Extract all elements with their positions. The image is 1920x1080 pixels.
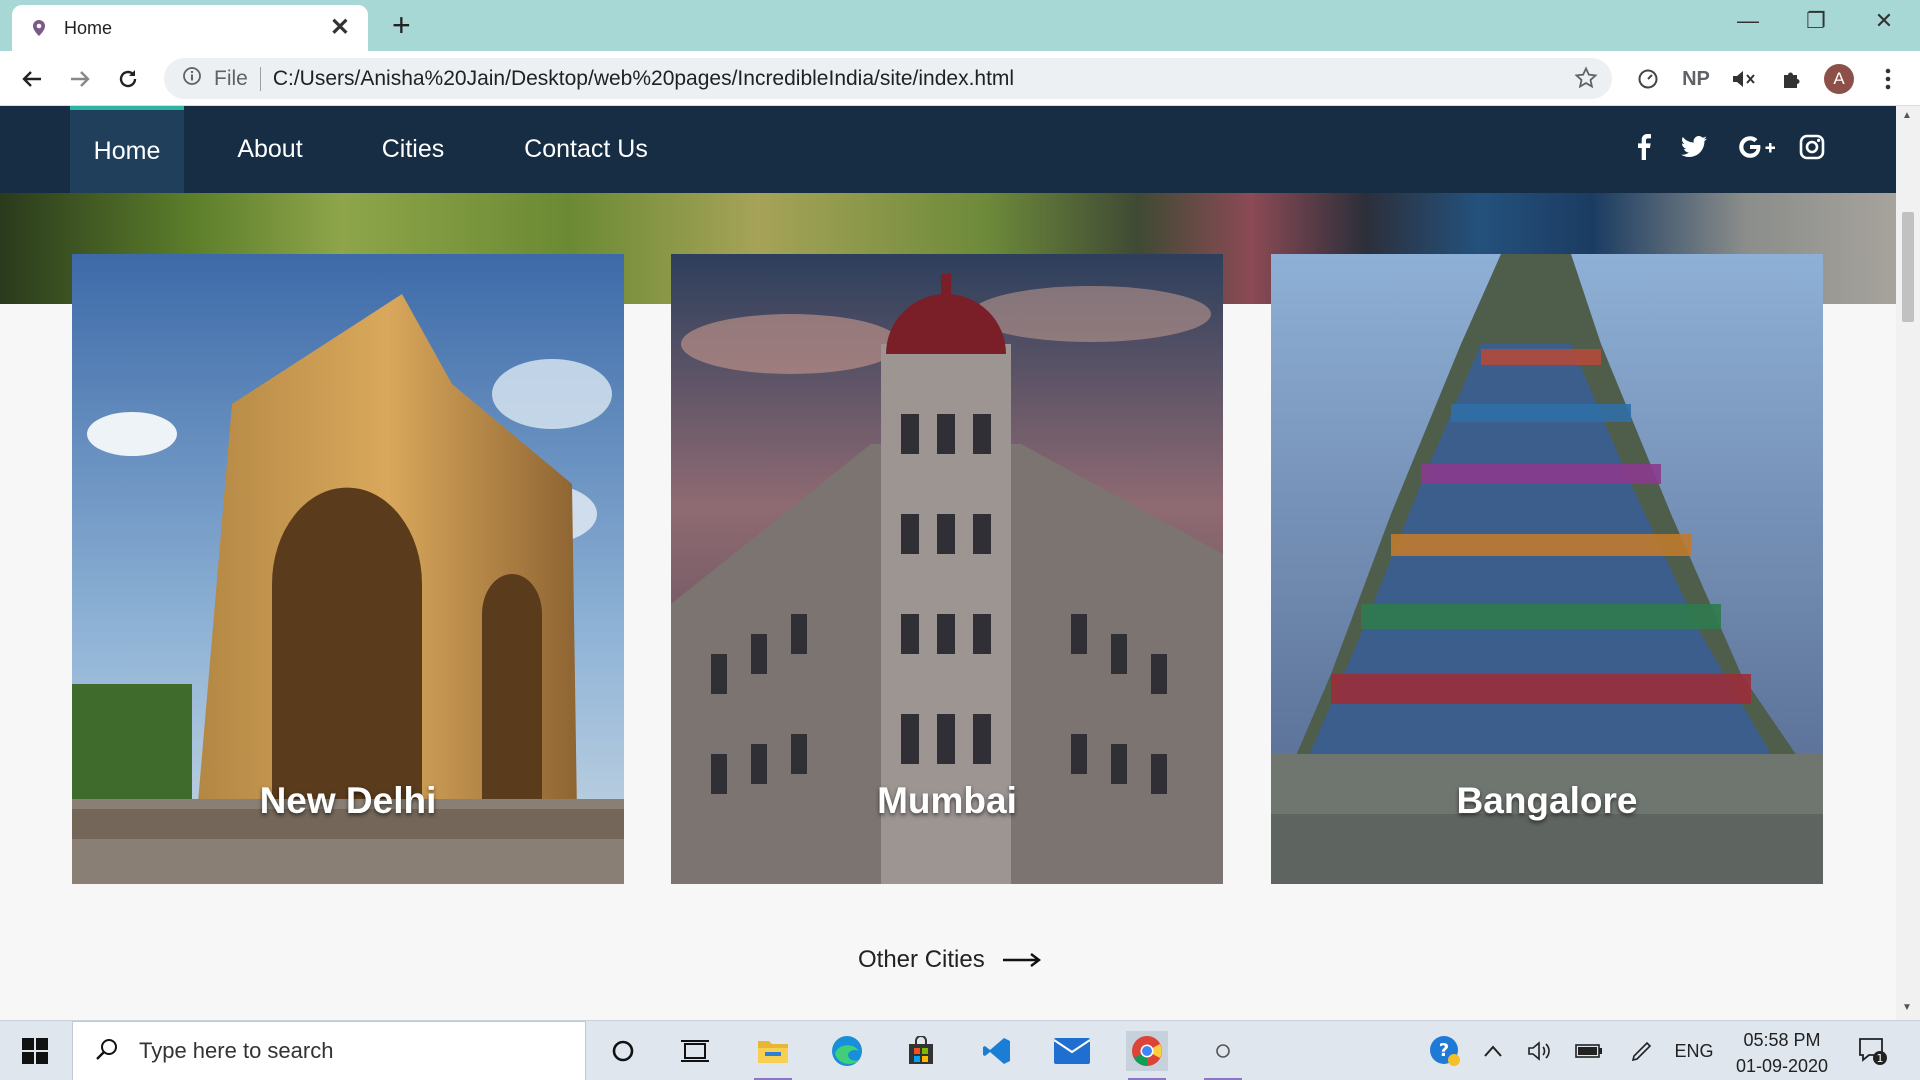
google-plus-icon[interactable] xyxy=(1735,130,1779,164)
minimize-icon[interactable]: — xyxy=(1728,8,1768,34)
site-navbar: Home About Cities Contact Us xyxy=(0,106,1896,193)
np-extension-icon[interactable]: NP xyxy=(1680,63,1712,95)
windows-taskbar: Type here to search ? ENG 05:58 PM 01-09… xyxy=(0,1020,1920,1080)
tab-title: Home xyxy=(64,17,113,38)
microsoft-store-icon[interactable] xyxy=(900,1031,942,1071)
browser-toolbar: File C:/Users/Anisha%20Jain/Desktop/web%… xyxy=(0,51,1920,106)
new-tab-button[interactable]: + xyxy=(392,9,411,41)
page-scrollbar[interactable]: ▲ ▼ xyxy=(1896,106,1920,1020)
volume-icon[interactable] xyxy=(1524,1021,1556,1080)
close-window-icon[interactable]: ✕ xyxy=(1864,8,1904,34)
city-card-label: Bangalore xyxy=(1456,780,1638,821)
puzzle-extensions-icon[interactable] xyxy=(1776,63,1808,95)
windows-start-icon[interactable] xyxy=(0,1021,70,1080)
mute-tab-icon[interactable] xyxy=(1728,63,1760,95)
info-icon[interactable] xyxy=(182,66,202,91)
svg-text:?: ? xyxy=(1439,1040,1449,1061)
file-explorer-icon[interactable] xyxy=(752,1031,794,1080)
language-indicator[interactable]: ENG xyxy=(1672,1021,1716,1080)
notification-count: 1 xyxy=(1877,1052,1884,1065)
twitter-icon[interactable] xyxy=(1677,130,1711,164)
back-icon[interactable] xyxy=(16,63,48,95)
browser-tab-strip: Home ✕ + — ❐ ✕ xyxy=(0,0,1920,51)
system-clock[interactable]: 05:58 PM 01-09-2020 xyxy=(1718,1027,1846,1079)
chrome-browser-icon[interactable] xyxy=(1126,1031,1168,1080)
omnibox-divider xyxy=(259,66,261,91)
mail-icon[interactable] xyxy=(1051,1031,1093,1071)
scroll-down-icon[interactable]: ▼ xyxy=(1902,1002,1912,1013)
cortana-icon[interactable] xyxy=(602,1031,644,1071)
page-viewport: Home About Cities Contact Us New Delhi M… xyxy=(0,106,1896,1020)
edge-browser-icon[interactable] xyxy=(826,1031,868,1071)
city-card-label: New Delhi xyxy=(259,780,437,821)
running-app-icon[interactable] xyxy=(1202,1031,1244,1080)
other-cities-link[interactable]: Other Cities xyxy=(858,946,1041,974)
search-placeholder: Type here to search xyxy=(139,1038,334,1063)
taskbar-search-box[interactable]: Type here to search xyxy=(72,1021,586,1080)
nav-about[interactable]: About xyxy=(216,106,324,193)
arrow-right-icon xyxy=(1002,946,1041,974)
city-card-label: Mumbai xyxy=(877,780,1017,821)
nav-cities[interactable]: Cities xyxy=(364,106,462,193)
other-cities-label: Other Cities xyxy=(858,946,985,973)
search-icon xyxy=(95,1037,119,1066)
clock-date: 01-09-2020 xyxy=(1735,1056,1829,1076)
city-card-bangalore[interactable]: Bangalore xyxy=(1271,254,1823,884)
reload-icon[interactable] xyxy=(112,63,144,95)
scrollbar-thumb[interactable] xyxy=(1902,212,1914,322)
restore-icon[interactable]: ❐ xyxy=(1796,8,1836,34)
vscode-icon[interactable] xyxy=(976,1031,1018,1071)
pen-icon[interactable] xyxy=(1626,1021,1658,1080)
close-tab-icon[interactable]: ✕ xyxy=(330,16,350,40)
scroll-up-icon[interactable]: ▲ xyxy=(1902,110,1912,121)
location-pin-icon xyxy=(30,19,48,37)
url-scheme-label: File xyxy=(214,66,248,90)
facebook-icon[interactable] xyxy=(1627,130,1661,164)
task-view-icon[interactable] xyxy=(674,1031,716,1071)
notifications-icon[interactable]: 1 xyxy=(1852,1021,1892,1080)
instagram-icon[interactable] xyxy=(1795,130,1829,164)
nav-contact-us[interactable]: Contact Us xyxy=(506,106,666,193)
city-card-new-delhi[interactable]: New Delhi xyxy=(72,254,624,884)
help-icon[interactable]: ? xyxy=(1424,1021,1466,1080)
browser-tab-home[interactable]: Home ✕ xyxy=(12,5,368,51)
bookmark-star-icon[interactable] xyxy=(1574,66,1598,95)
forward-icon[interactable] xyxy=(64,63,96,95)
menu-kebab-icon[interactable] xyxy=(1872,63,1904,95)
nav-home[interactable]: Home xyxy=(70,106,184,193)
speedometer-extension-icon[interactable] xyxy=(1632,63,1664,95)
address-bar[interactable]: File C:/Users/Anisha%20Jain/Desktop/web%… xyxy=(164,58,1612,99)
clock-time: 05:58 PM xyxy=(1743,1030,1821,1050)
battery-icon[interactable] xyxy=(1572,1021,1606,1080)
profile-avatar[interactable]: A xyxy=(1824,64,1854,94)
url-text[interactable]: C:/Users/Anisha%20Jain/Desktop/web%20pag… xyxy=(273,67,1014,91)
city-card-mumbai[interactable]: Mumbai xyxy=(671,254,1223,884)
chevron-up-icon[interactable] xyxy=(1478,1021,1508,1080)
